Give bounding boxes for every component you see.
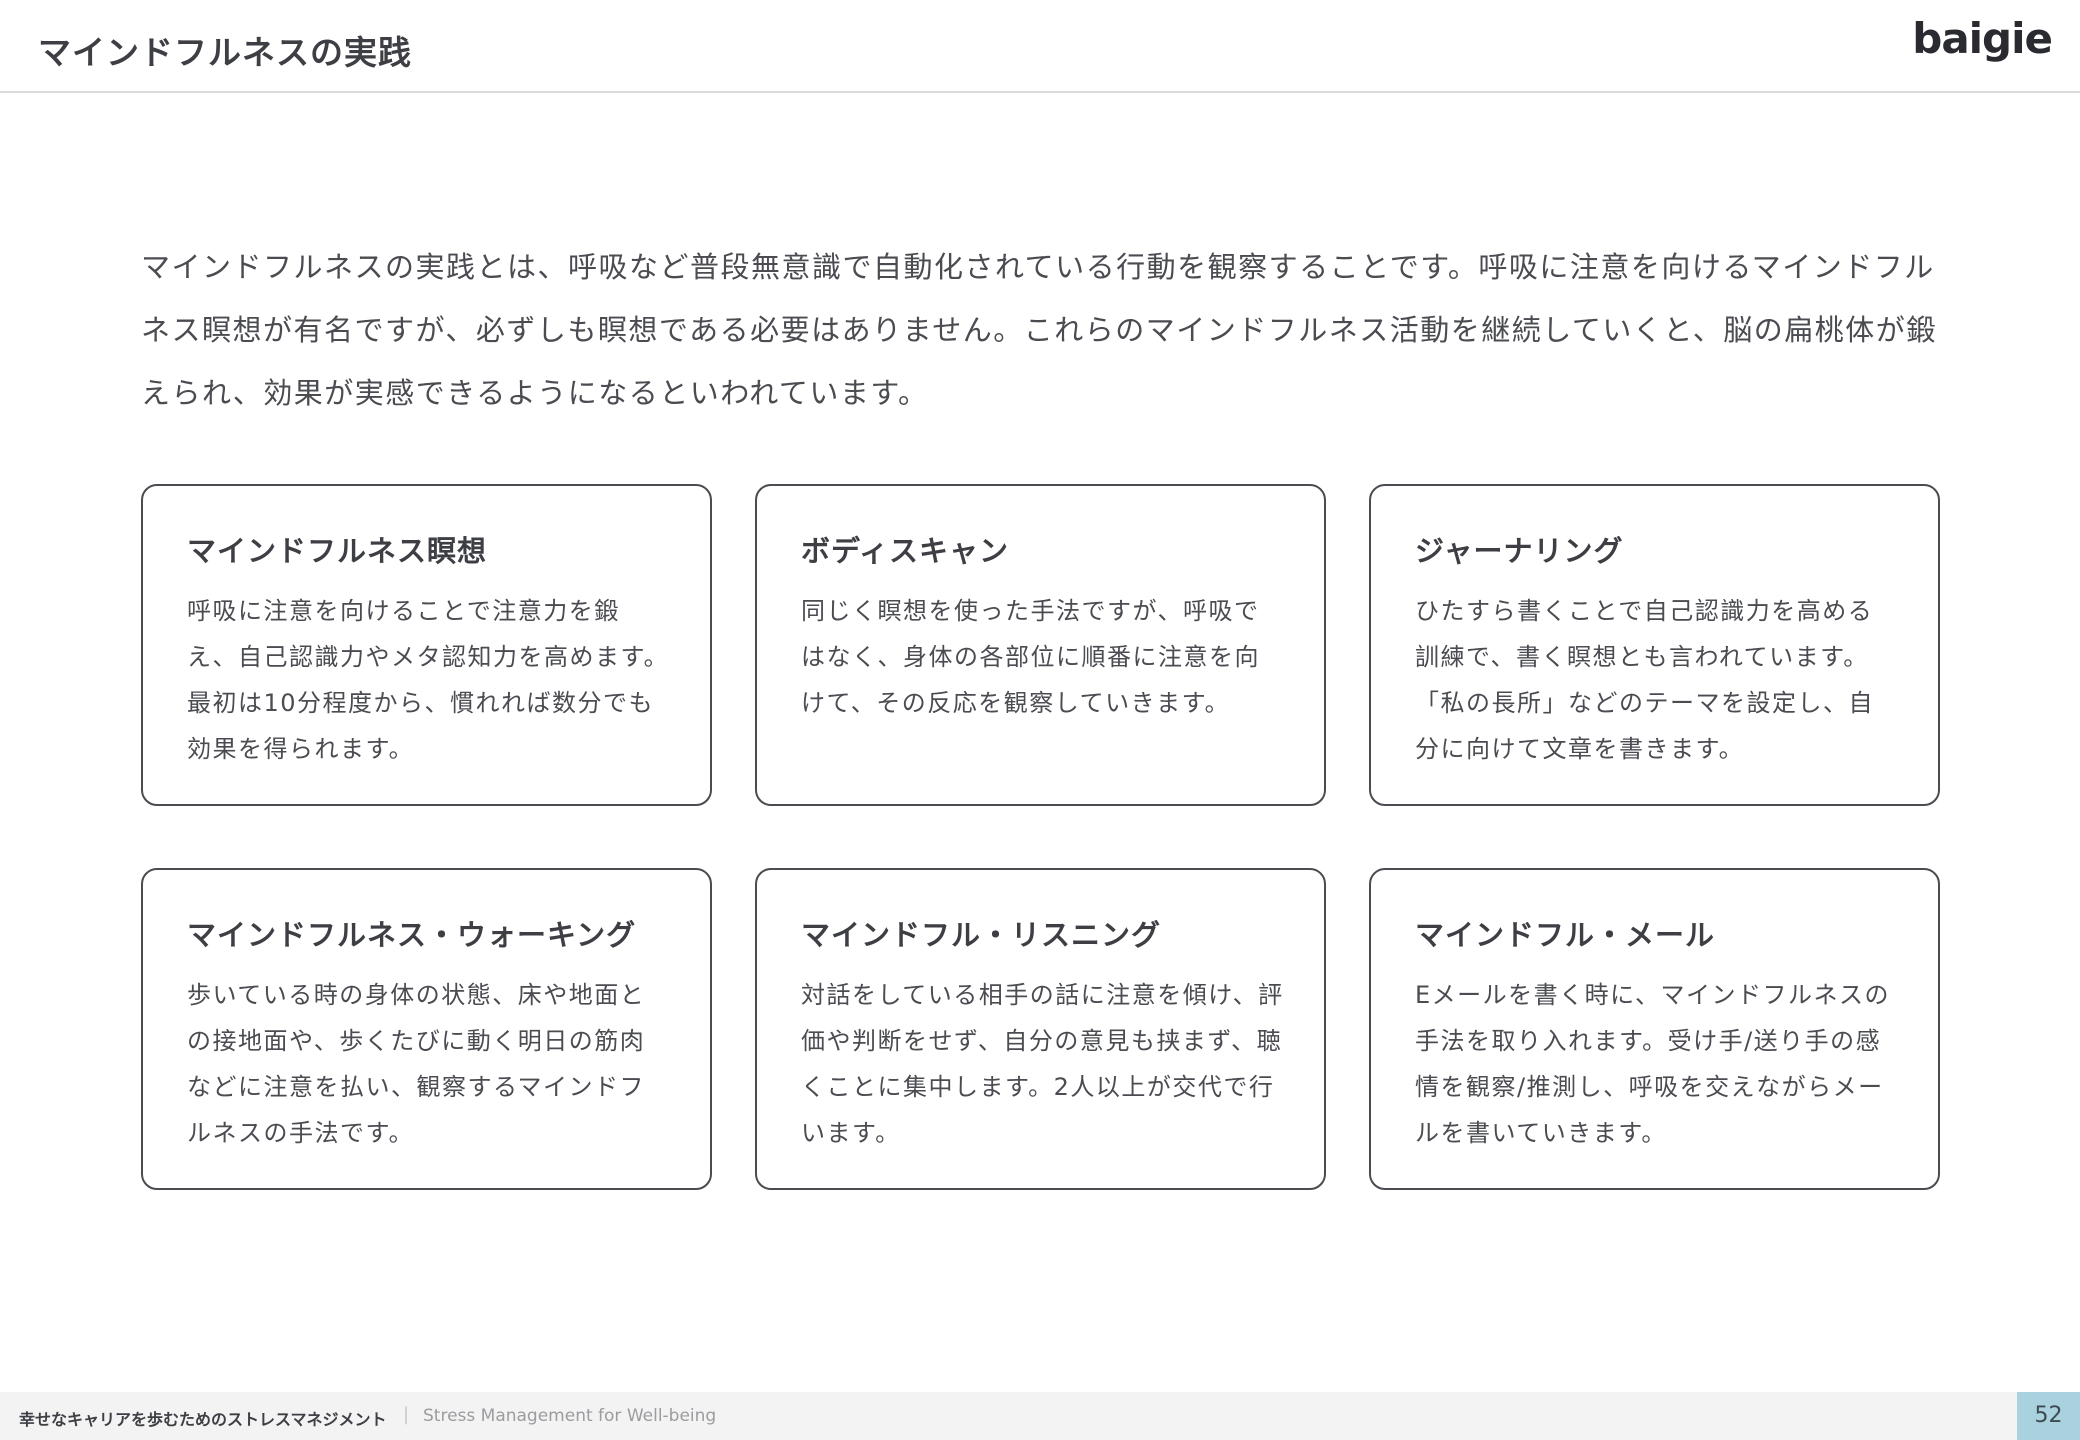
intro-paragraph: マインドフルネスの実践とは、呼吸など普段無意識で自動化されている行動を観察するこ… bbox=[141, 250, 1937, 410]
card-description: Eメールを書く時に、マインドフルネスの手法を取り入れます。受け手/送り手の感情を… bbox=[1415, 981, 1890, 1147]
practice-card-mail: マインドフル・メール Eメールを書く時に、マインドフルネスの手法を取り入れます。… bbox=[1369, 868, 1940, 1190]
footer-deck-subtitle: Stress Management for Well-being bbox=[423, 1406, 717, 1426]
card-description: 歩いている時の身体の状態、床や地面との接地面や、歩くたびに動く明日の筋肉などに注… bbox=[187, 981, 646, 1147]
slide-page: マインドフルネスの実践 baigie マインドフルネスの実践とは、呼吸など普段無… bbox=[0, 0, 2080, 1440]
card-title: マインドフルネス・ウォーキング bbox=[187, 918, 637, 952]
footer: 幸せなキャリアを歩むためのストレスマネジメント | Stress Managem… bbox=[0, 1392, 2080, 1440]
practice-card-walking: マインドフルネス・ウォーキング 歩いている時の身体の状態、床や地面との接地面や、… bbox=[141, 868, 712, 1190]
card-title: マインドフル・メール bbox=[1415, 918, 1716, 952]
card-description: ひたすら書くことで自己認識力を高める訓練で、書く瞑想とも言われています。「私の長… bbox=[1415, 597, 1874, 763]
card-description: 同じく瞑想を使った手法ですが、呼吸ではなく、身体の各部位に順番に注意を向けて、そ… bbox=[801, 597, 1260, 717]
practice-card-body-scan: ボディスキャン 同じく瞑想を使った手法ですが、呼吸ではなく、身体の各部位に順番に… bbox=[755, 484, 1326, 806]
card-title: マインドフルネス瞑想 bbox=[187, 534, 488, 568]
header: マインドフルネスの実践 baigie bbox=[0, 0, 2080, 93]
practice-card-grid: マインドフルネス瞑想 呼吸に注意を向けることで注意力を鍛え、自己認識力やメタ認知… bbox=[141, 484, 1941, 1190]
practice-card-listening: マインドフル・リスニング 対話をしている相手の話に注意を傾け、評価や判断をせず、… bbox=[755, 868, 1326, 1190]
card-description: 対話をしている相手の話に注意を傾け、評価や判断をせず、自分の意見も挟まず、聴くこ… bbox=[801, 981, 1284, 1147]
card-title: ボディスキャン bbox=[801, 534, 1009, 568]
card-title: ジャーナリング bbox=[1415, 534, 1624, 568]
footer-deck-title: 幸せなキャリアを歩むためのストレスマネジメント bbox=[19, 1410, 387, 1429]
brand-logo: baigie bbox=[1912, 14, 2053, 63]
footer-divider: | bbox=[403, 1404, 410, 1425]
practice-card-meditation: マインドフルネス瞑想 呼吸に注意を向けることで注意力を鍛え、自己認識力やメタ認知… bbox=[141, 484, 712, 806]
card-title: マインドフル・リスニング bbox=[801, 918, 1162, 952]
practice-card-journaling: ジャーナリング ひたすら書くことで自己認識力を高める訓練で、書く瞑想とも言われて… bbox=[1369, 484, 1940, 806]
page-number: 52 bbox=[2017, 1392, 2080, 1440]
card-description: 呼吸に注意を向けることで注意力を鍛え、自己認識力やメタ認知力を高めます。最初は1… bbox=[187, 597, 670, 763]
page-title: マインドフルネスの実践 bbox=[38, 33, 412, 72]
